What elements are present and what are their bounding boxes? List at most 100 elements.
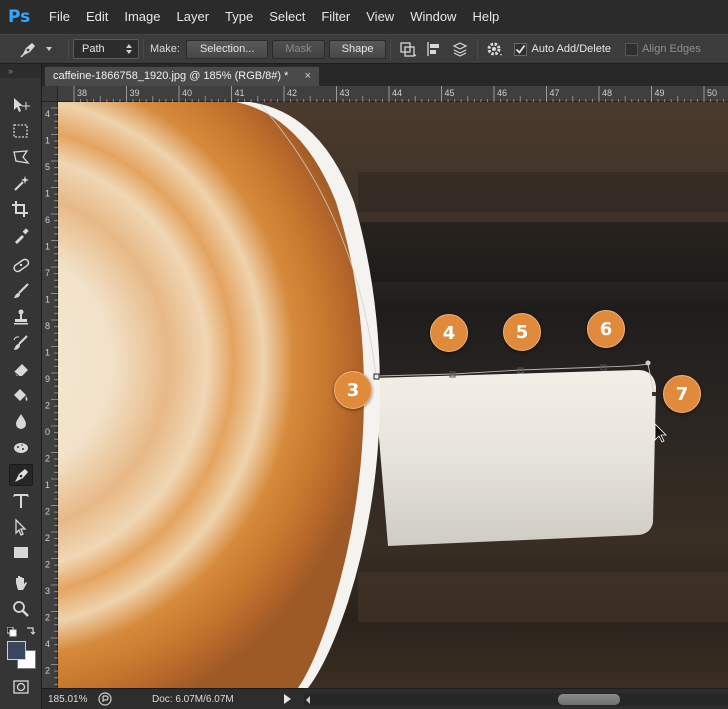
menu-file[interactable]: File [41, 0, 78, 34]
tool-hand[interactable] [9, 572, 33, 594]
menu-type[interactable]: Type [217, 0, 261, 34]
horizontal-scrollbar-thumb[interactable] [558, 694, 620, 705]
menu-filter[interactable]: Filter [313, 0, 358, 34]
tool-lasso[interactable] [9, 146, 33, 168]
menu-image[interactable]: Image [116, 0, 168, 34]
path-operations-button[interactable] [396, 38, 420, 60]
ruler-label: 9 [45, 374, 50, 384]
ruler-label: 2 [45, 401, 50, 411]
history-brush-icon [13, 335, 28, 350]
vertical-ruler[interactable]: 4 1 5 1 6 1 7 1 8 1 9 2 0 2 1 2 2 2 3 2 4 2 [42, 102, 58, 688]
status-menu-arrow-icon[interactable] [282, 693, 292, 705]
divider [143, 39, 144, 59]
ruler-label: 3 [45, 586, 50, 596]
tools-panel: » [0, 64, 42, 709]
mode-select[interactable]: Path [73, 39, 139, 59]
tool-paint-bucket[interactable] [9, 384, 33, 406]
tool-sponge[interactable] [9, 436, 33, 458]
auto-add-delete-checkbox[interactable] [514, 42, 528, 56]
menu-help[interactable]: Help [464, 0, 507, 34]
checkmark-icon [516, 44, 526, 54]
make-shape-button[interactable]: Shape [328, 39, 387, 59]
ruler-origin[interactable] [42, 86, 58, 102]
eraser-icon [13, 364, 28, 377]
menu-bar: Ps File Edit Image Layer Type Select Fil… [0, 0, 728, 34]
step-badge-5: 5 [503, 313, 541, 351]
menu-view[interactable]: View [358, 0, 402, 34]
eyedropper-icon [15, 228, 29, 244]
ruler-label: 5 [45, 162, 50, 172]
path-selection-arrow-icon [15, 518, 27, 536]
ruler-label: 46 [497, 88, 507, 98]
auto-add-delete-label: Auto Add/Delete [531, 43, 611, 55]
sponge-icon [14, 443, 28, 453]
document-canvas[interactable]: 3 4 5 6 7 [58, 102, 728, 688]
chevron-down-icon [46, 47, 52, 51]
make-selection-button[interactable]: Selection... [185, 39, 269, 59]
zoom-icon [13, 601, 29, 617]
menu-edit[interactable]: Edit [78, 0, 116, 34]
ruler-label: 1 [45, 136, 50, 146]
stamp-icon [14, 309, 28, 325]
default-colors-button[interactable] [6, 626, 17, 637]
path-alignment-icon [427, 42, 440, 56]
quick-mask-button[interactable] [9, 676, 33, 698]
tool-marquee[interactable] [9, 120, 33, 142]
menu-window[interactable]: Window [402, 0, 464, 34]
path-alignment-button[interactable] [422, 38, 446, 60]
menu-layer[interactable]: Layer [169, 0, 218, 34]
document-tab[interactable]: caffeine-1866758_1920.jpg @ 185% (RGB/8#… [44, 66, 320, 86]
tool-eyedropper[interactable] [9, 224, 33, 246]
ruler-label: 39 [130, 88, 140, 98]
ruler-label: 1 [45, 348, 50, 358]
horizontal-scrollbar[interactable] [304, 693, 728, 706]
tool-zoom[interactable] [9, 598, 33, 620]
zoom-level-field[interactable]: 185.01% [42, 694, 88, 705]
horizontal-ruler-ticks: 38 39 40 41 42 43 44 45 46 47 48 49 50 [73, 86, 725, 102]
ruler-label: 45 [445, 88, 455, 98]
document-tabs: caffeine-1866758_1920.jpg @ 185% (RGB/8#… [42, 64, 728, 86]
tool-eraser[interactable] [9, 358, 33, 380]
tool-crop[interactable] [9, 198, 33, 220]
droplet-icon [16, 414, 26, 429]
tool-brush[interactable] [9, 280, 33, 302]
polygonal-lasso-icon [13, 150, 30, 164]
coffee-photo [58, 102, 728, 688]
tool-magic-wand[interactable] [9, 172, 33, 194]
tools-panel-header[interactable]: » [0, 64, 41, 78]
document-info-icon[interactable] [98, 692, 112, 706]
tool-rectangle[interactable] [9, 542, 33, 564]
tool-clone-stamp[interactable] [9, 306, 33, 328]
menu-select[interactable]: Select [261, 0, 313, 34]
paint-bucket-icon [14, 389, 28, 401]
tool-pen[interactable] [9, 464, 33, 486]
tool-blur[interactable] [9, 410, 33, 432]
close-icon[interactable]: × [305, 67, 311, 86]
ruler-label: 2 [45, 613, 50, 623]
tool-history-brush[interactable] [9, 332, 33, 354]
tool-preset-picker[interactable] [18, 37, 64, 61]
divider [390, 39, 392, 59]
pen-icon [20, 43, 35, 58]
tool-move[interactable] [9, 94, 33, 116]
ruler-label: 6 [45, 215, 50, 225]
path-arrangement-button[interactable] [448, 38, 472, 60]
ruler-label: 49 [655, 88, 665, 98]
align-edges-checkbox[interactable] [625, 42, 638, 56]
step-badge-4: 4 [430, 314, 468, 352]
ruler-label: 47 [550, 88, 560, 98]
path-arrangement-icon [453, 42, 468, 57]
tool-type[interactable] [9, 490, 33, 512]
ruler-label: 48 [602, 88, 612, 98]
swap-colors-button[interactable] [25, 625, 36, 636]
move-icon [14, 98, 30, 112]
make-mask-button[interactable]: Mask [272, 39, 325, 59]
tool-path-selection[interactable] [9, 516, 33, 538]
horizontal-ruler[interactable]: 38 39 40 41 42 43 44 45 46 47 48 49 50 [58, 86, 728, 102]
scroll-left-arrow-icon[interactable] [304, 695, 312, 705]
foreground-color-swatch[interactable] [7, 641, 26, 660]
tool-healing-brush[interactable] [9, 254, 33, 276]
make-label: Make: [150, 43, 180, 55]
ruler-label: 2 [45, 507, 50, 517]
settings-button[interactable] [483, 38, 507, 60]
